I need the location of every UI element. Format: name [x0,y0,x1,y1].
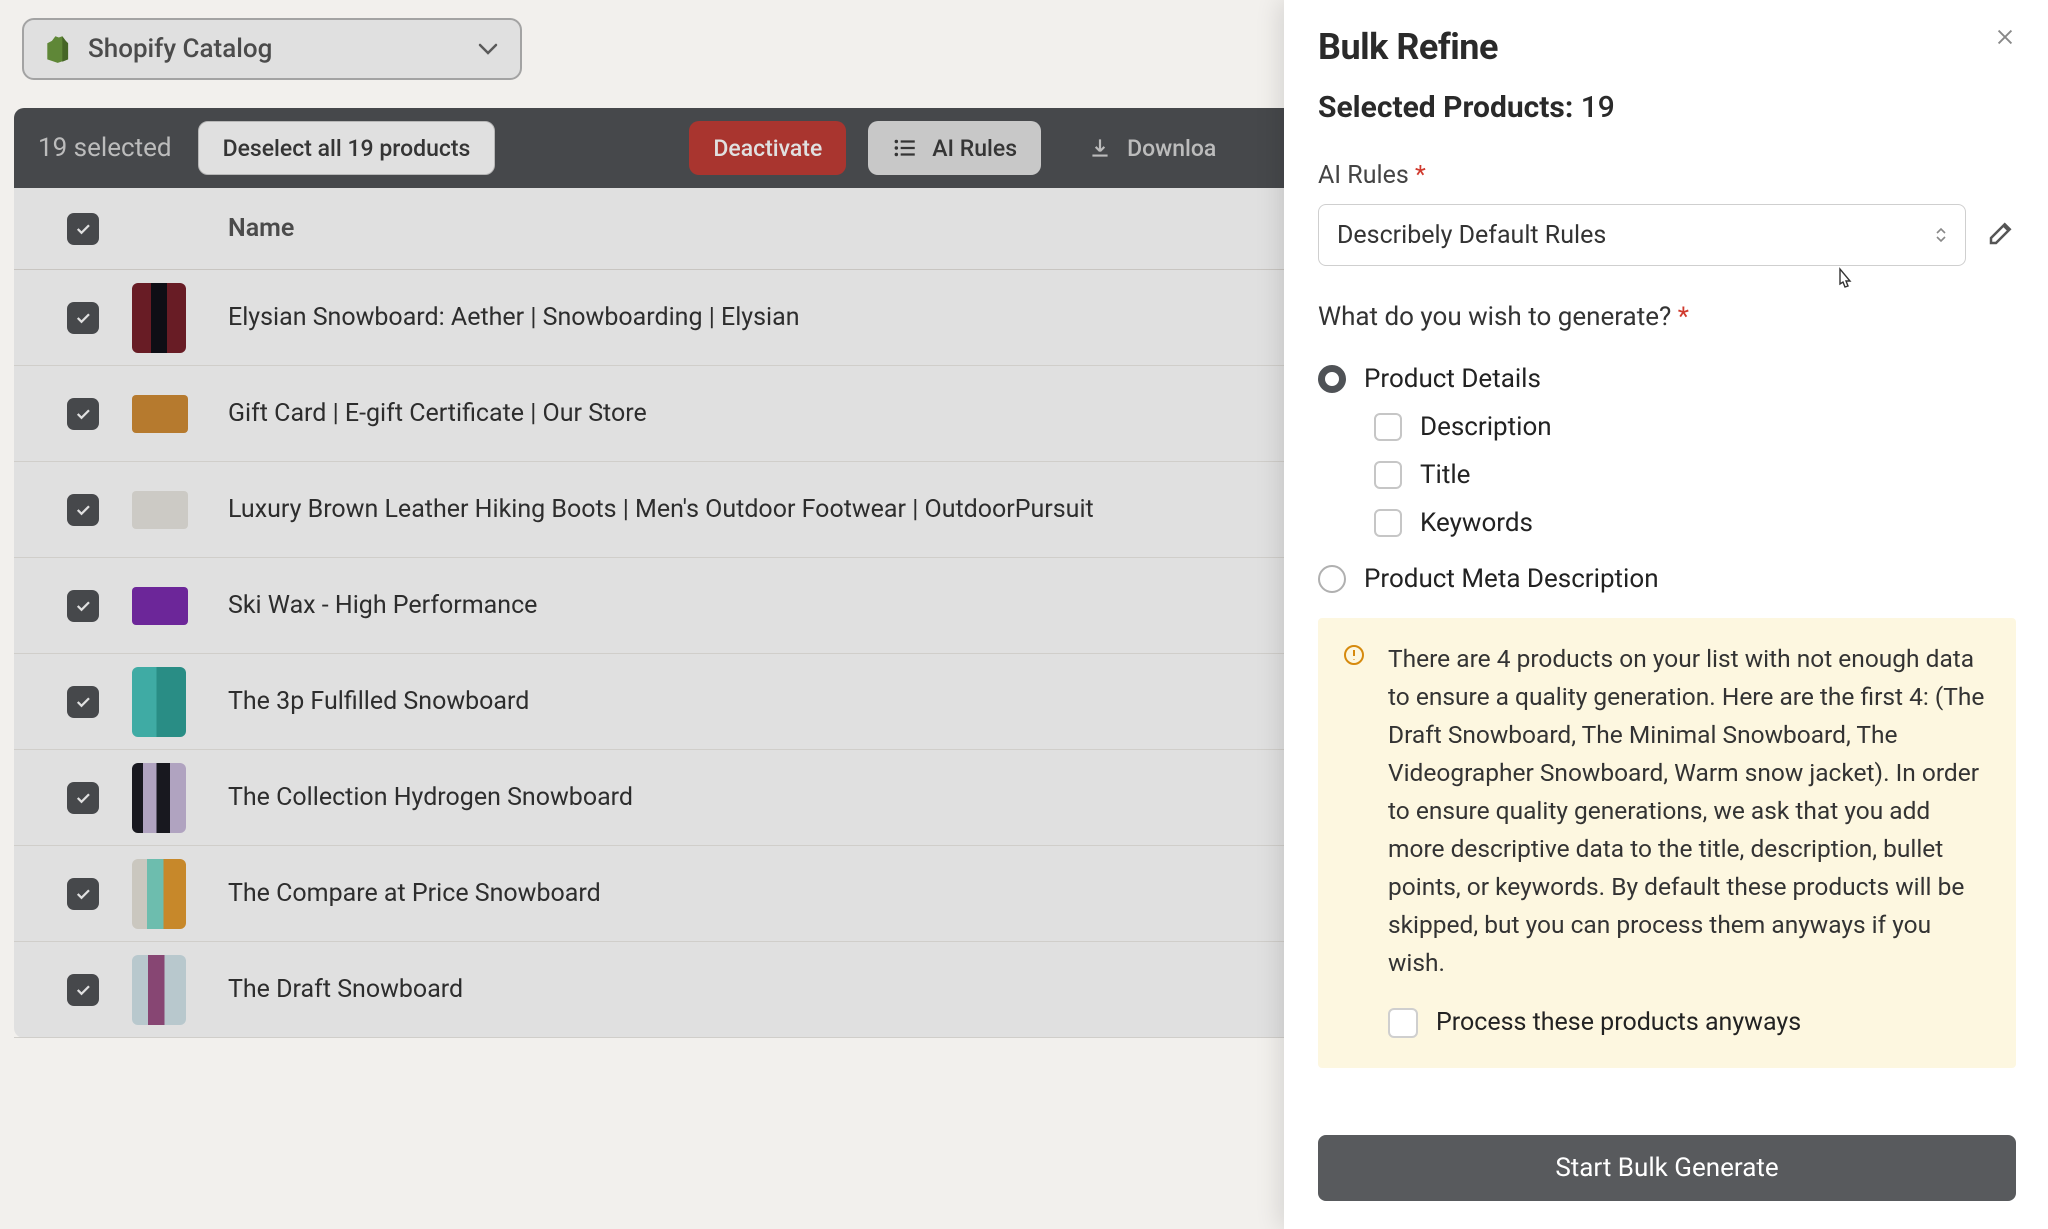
catalog-select-label: Shopify Catalog [88,34,272,64]
close-icon[interactable] [1994,26,2016,52]
download-button-label: Downloa [1127,135,1216,162]
checkbox-icon [1374,461,1402,489]
ai-rules-select-value: Describely Default Rules [1337,221,1606,250]
check-description-label: Description [1420,412,1552,442]
warning-text: There are 4 products on your list with n… [1388,640,1992,982]
warning-box: There are 4 products on your list with n… [1318,618,2016,1068]
required-marker: * [1415,161,1426,190]
check-title[interactable]: Title [1374,460,2016,490]
ai-rules-field-label: AI Rules [1318,161,1409,190]
check-description[interactable]: Description [1374,412,2016,442]
product-thumb [132,283,186,353]
download-button[interactable]: Downloa [1063,121,1240,175]
deactivate-button[interactable]: Deactivate [689,121,846,175]
product-thumb [132,395,188,433]
checkbox-icon [1374,509,1402,537]
ai-rules-button[interactable]: AI Rules [868,121,1041,175]
product-thumb [132,587,188,625]
warning-icon [1342,640,1366,1042]
process-anyways-check[interactable]: Process these products anyways [1388,1004,1992,1043]
product-thumb [132,955,186,1025]
required-marker: * [1678,302,1689,332]
option-product-details-label: Product Details [1364,364,1541,394]
option-product-details[interactable]: Product Details [1318,364,2016,394]
list-icon [892,135,918,161]
generate-question: What do you wish to generate? [1318,302,1671,332]
selected-products-label: Selected Products: [1318,90,1573,125]
select-chevrons-icon [1935,226,1947,244]
selected-count: 19 selected [38,133,172,163]
row-checkbox[interactable] [67,782,99,814]
row-checkbox[interactable] [67,494,99,526]
radio-selected-icon [1318,365,1346,393]
row-checkbox[interactable] [67,686,99,718]
deselect-button[interactable]: Deselect all 19 products [198,121,496,175]
select-all-checkbox[interactable] [67,213,99,245]
product-thumb [132,667,186,737]
check-keywords[interactable]: Keywords [1374,508,2016,538]
selected-products-count: 19 [1581,90,1615,125]
row-checkbox[interactable] [67,878,99,910]
bulk-refine-panel: Bulk Refine Selected Products: 19 AI Rul… [1284,0,2048,1229]
row-checkbox[interactable] [67,974,99,1006]
radio-empty-icon [1318,565,1346,593]
product-thumb [132,763,186,833]
catalog-select[interactable]: Shopify Catalog [22,18,522,80]
ai-rules-button-label: AI Rules [932,135,1017,162]
product-thumb [132,859,186,929]
row-checkbox[interactable] [67,590,99,622]
panel-title: Bulk Refine [1318,26,1498,68]
check-title-label: Title [1420,460,1470,490]
checkbox-icon [1388,1008,1418,1038]
start-bulk-generate-button[interactable]: Start Bulk Generate [1318,1135,2016,1201]
process-anyways-label: Process these products anyways [1436,1004,1801,1043]
download-icon [1087,135,1113,161]
check-keywords-label: Keywords [1420,508,1533,538]
product-thumb [132,491,188,529]
chevron-down-icon [478,37,498,62]
shopify-icon [46,34,74,64]
checkbox-icon [1374,413,1402,441]
option-meta-description-label: Product Meta Description [1364,564,1659,594]
row-checkbox[interactable] [67,302,99,334]
option-meta-description[interactable]: Product Meta Description [1318,564,2016,594]
ai-rules-select[interactable]: Describely Default Rules [1318,204,1966,266]
edit-icon[interactable] [1986,218,2016,252]
row-checkbox[interactable] [67,398,99,430]
